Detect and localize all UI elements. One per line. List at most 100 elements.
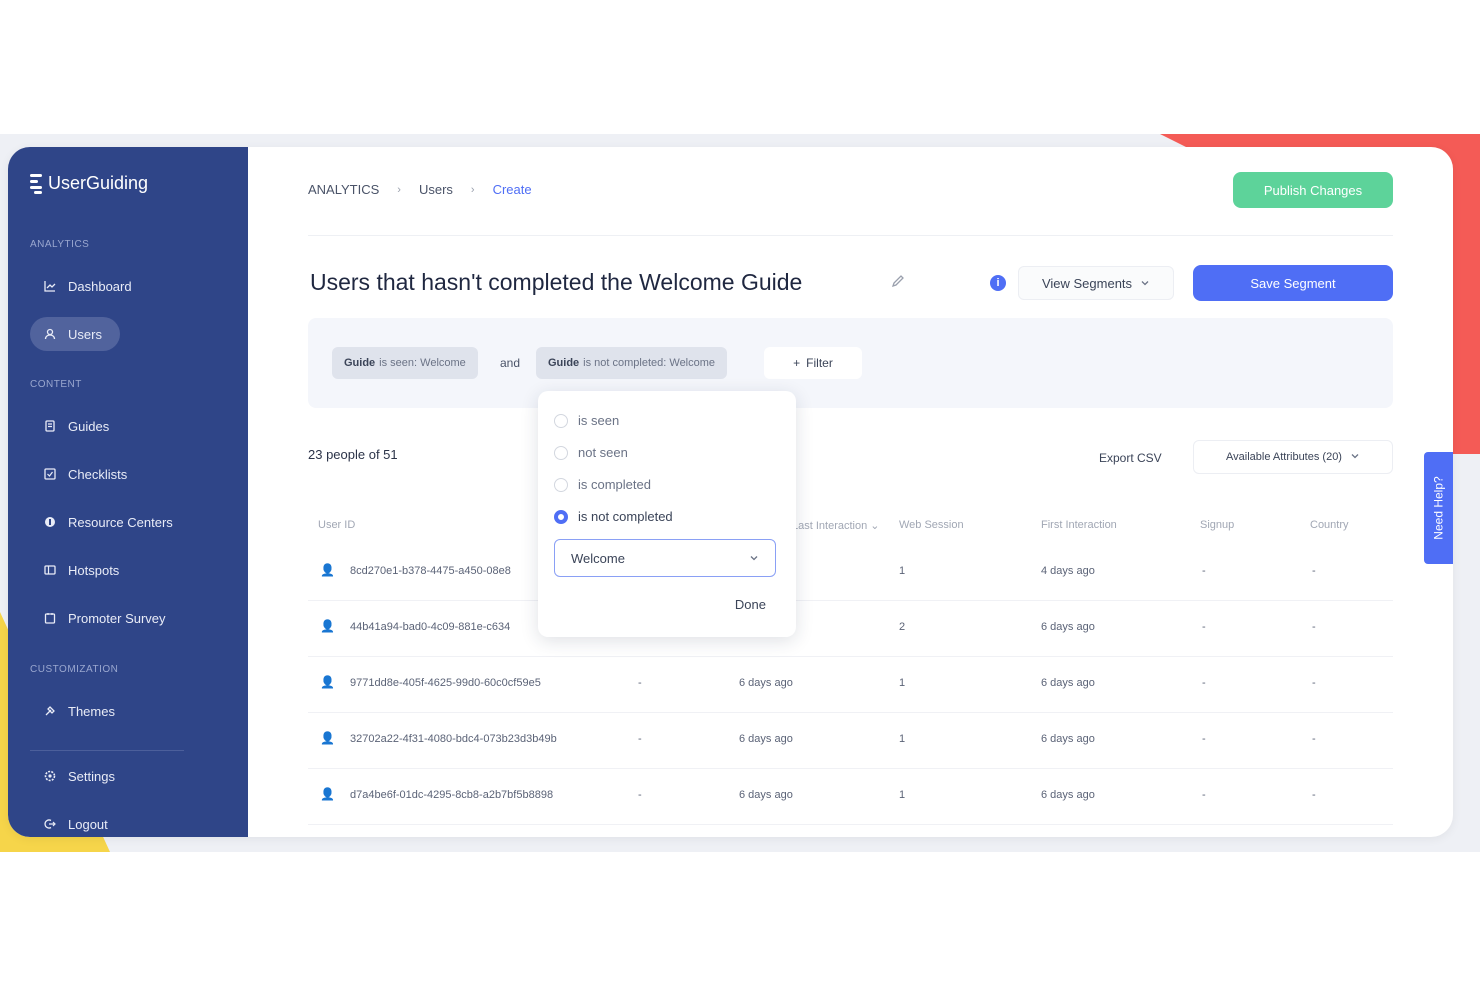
- need-help-label: Need Help?: [1431, 476, 1446, 540]
- radio-button[interactable]: [554, 445, 568, 460]
- chevron-down-icon: [1140, 276, 1150, 291]
- chevron-down-icon: [749, 551, 759, 566]
- cell-country: -: [1312, 677, 1316, 689]
- available-attributes-label: Available Attributes (20): [1226, 451, 1342, 463]
- table-row[interactable]: 👤 d7a4be6f-01dc-4295-8cb8-a2b7bf5b8898 -…: [308, 769, 1393, 825]
- cell-first-interaction: 4 days ago: [1041, 565, 1095, 577]
- edit-pencil-icon[interactable]: [890, 273, 906, 294]
- cell-country: -: [1312, 565, 1316, 577]
- table-row[interactable]: 👤 32702a22-4f31-4080-bdc4-073b23d3b49b -…: [308, 713, 1393, 769]
- breadcrumb-create: Create: [492, 182, 532, 197]
- sidebar-item-guides[interactable]: Guides: [30, 409, 123, 443]
- filter-chip-guide-seen[interactable]: Guide is seen: Welcome: [332, 347, 478, 379]
- cell-signup: -: [1202, 677, 1206, 689]
- logout-icon: [44, 818, 56, 830]
- user-icon: [44, 328, 56, 340]
- sidebar-item-users[interactable]: Users: [30, 317, 120, 351]
- table-row[interactable]: 👤 44b41a94-bad0-4c09-881e-c634 2 6 days …: [308, 601, 1393, 657]
- export-csv-link[interactable]: Export CSV: [1099, 451, 1162, 465]
- view-segments-dropdown[interactable]: View Segments: [1018, 266, 1174, 300]
- cell-web-session: 1: [899, 789, 906, 801]
- brand-logo[interactable]: UserGuiding: [30, 173, 148, 194]
- sidebar-item-promoter-survey[interactable]: Promoter Survey: [30, 601, 180, 635]
- cell-email: -: [638, 789, 642, 801]
- cell-first-interaction: 6 days ago: [1041, 789, 1095, 801]
- cell-user-id: 8cd270e1-b378-4475-a450-08e8: [350, 565, 511, 577]
- table-row[interactable]: 👤 8cd270e1-b378-4475-a450-08e8 1 4 days …: [308, 545, 1393, 601]
- info-icon[interactable]: i: [990, 275, 1006, 291]
- breadcrumb-analytics[interactable]: ANALYTICS: [308, 182, 379, 197]
- column-header-web-session[interactable]: Web Session: [899, 519, 964, 531]
- people-count: 23 people of 51: [308, 447, 398, 462]
- filter-panel: Guide is seen: Welcome and Guide is not …: [308, 318, 1393, 408]
- guide-select-value: Welcome: [571, 550, 625, 566]
- chevron-down-icon: [1350, 451, 1360, 464]
- radio-option-is-not-completed[interactable]: is not completed: [554, 509, 673, 524]
- column-header-signup[interactable]: Signup: [1200, 519, 1234, 531]
- cell-web-session: 2: [899, 621, 906, 633]
- radio-option-is-seen[interactable]: is seen: [554, 413, 619, 428]
- user-avatar-icon: 👤: [320, 787, 335, 801]
- cell-signup: -: [1202, 621, 1206, 633]
- table-row[interactable]: 👤 9771dd8e-405f-4625-99d0-60c0cf59e5 - 6…: [308, 657, 1393, 713]
- filter-chip-key: Guide: [344, 357, 376, 369]
- publish-changes-button[interactable]: Publish Changes: [1233, 172, 1393, 208]
- chevron-right-icon: ›: [470, 183, 475, 196]
- resource-center-icon: [44, 516, 56, 528]
- radio-button[interactable]: [554, 413, 568, 428]
- filter-condition-popover: is seen not seen is completed is not com…: [538, 391, 796, 637]
- sidebar-item-settings[interactable]: Settings: [30, 759, 129, 793]
- app-window: UserGuiding ANALYTICS Dashboard Users CO…: [8, 147, 1453, 837]
- radio-label: not seen: [578, 445, 628, 460]
- done-button[interactable]: Done: [735, 597, 766, 612]
- radio-button-selected[interactable]: [554, 509, 568, 524]
- sidebar-item-dashboard[interactable]: Dashboard: [30, 269, 146, 303]
- table-header: User ID Last Interaction ⌄ Web Session F…: [308, 519, 1393, 537]
- sidebar: UserGuiding ANALYTICS Dashboard Users CO…: [8, 147, 248, 837]
- cell-user-id: d7a4be6f-01dc-4295-8cb8-a2b7bf5b8898: [350, 789, 554, 801]
- column-header-country[interactable]: Country: [1310, 519, 1349, 531]
- filter-chip-text: is not completed: Welcome: [583, 357, 716, 369]
- radio-option-not-seen[interactable]: not seen: [554, 445, 628, 460]
- cell-web-session: 1: [899, 733, 906, 745]
- plus-icon: +: [793, 356, 801, 370]
- cell-country: -: [1312, 733, 1316, 745]
- column-header-first-interaction[interactable]: First Interaction: [1041, 519, 1117, 531]
- sidebar-item-logout[interactable]: Logout: [30, 807, 122, 837]
- radio-label: is completed: [578, 477, 651, 492]
- save-segment-button[interactable]: Save Segment: [1193, 265, 1393, 301]
- radio-option-is-completed[interactable]: is completed: [554, 477, 651, 492]
- user-avatar-icon: 👤: [320, 619, 335, 633]
- sidebar-item-label: Hotspots: [68, 562, 120, 578]
- sidebar-item-themes[interactable]: Themes: [30, 694, 129, 728]
- cell-signup: -: [1202, 789, 1206, 801]
- cell-web-session: 1: [899, 565, 906, 577]
- add-filter-button[interactable]: + Filter: [764, 347, 862, 379]
- sidebar-item-label: Logout: [68, 816, 108, 832]
- main-content: ANALYTICS › Users › Create Publish Chang…: [248, 147, 1453, 837]
- cell-email: -: [638, 677, 642, 689]
- available-attributes-dropdown[interactable]: Available Attributes (20): [1193, 440, 1393, 474]
- gear-icon: [44, 770, 56, 782]
- radio-button[interactable]: [554, 477, 568, 492]
- filter-chip-guide-not-completed[interactable]: Guide is not completed: Welcome: [536, 347, 728, 379]
- userguiding-logo-icon: [30, 173, 42, 194]
- sidebar-item-checklists[interactable]: Checklists: [30, 457, 141, 491]
- chevron-down-icon: ⌄: [870, 520, 880, 532]
- cell-last-interaction: 6 days ago: [739, 789, 793, 801]
- sidebar-item-label: Resource Centers: [68, 514, 173, 530]
- column-header-last-interaction[interactable]: Last Interaction ⌄: [792, 519, 880, 532]
- cell-first-interaction: 6 days ago: [1041, 733, 1095, 745]
- cell-last-interaction: 6 days ago: [739, 677, 793, 689]
- cell-email: -: [638, 733, 642, 745]
- survey-icon: [44, 612, 56, 624]
- sidebar-item-hotspots[interactable]: Hotspots: [30, 553, 133, 587]
- sidebar-item-resource-centers[interactable]: Resource Centers: [30, 505, 187, 539]
- need-help-tab[interactable]: Need Help?: [1424, 452, 1453, 564]
- breadcrumb-users[interactable]: Users: [419, 182, 453, 197]
- sidebar-item-label: Guides: [68, 418, 110, 434]
- guide-select[interactable]: Welcome: [554, 539, 776, 577]
- column-header-user-id[interactable]: User ID: [318, 519, 355, 531]
- sidebar-section-content: CONTENT: [30, 379, 82, 390]
- sidebar-item-label: Users: [68, 326, 102, 342]
